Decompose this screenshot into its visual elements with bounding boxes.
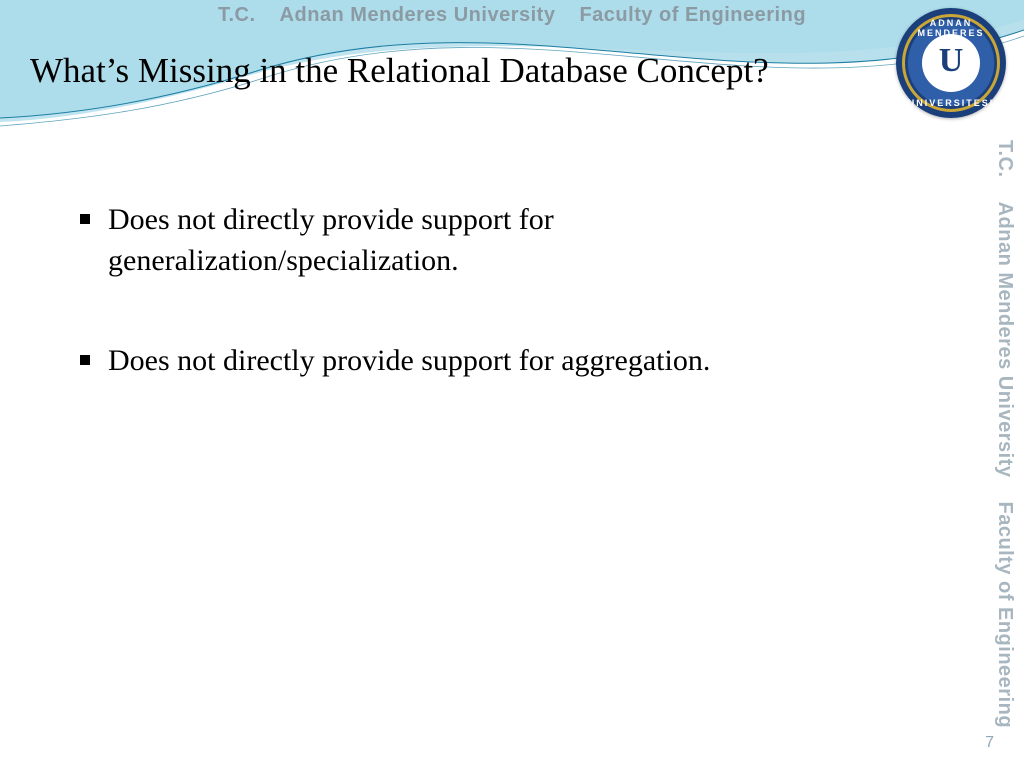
bullet-item: Does not directly provide support for ag…: [80, 341, 820, 382]
banner-university: Adnan Menderes University: [280, 4, 556, 26]
bullet-item: Does not directly provide support for ge…: [80, 200, 820, 281]
slide: T.C. Adnan Menderes University Faculty of …: [0, 0, 1024, 768]
seal-letter: U: [939, 42, 964, 80]
side-banner-faculty: Faculty of Engineering: [994, 501, 1016, 728]
side-banner-tc: T.C.: [994, 140, 1016, 178]
page-number: 7: [985, 734, 994, 752]
side-banner-university: Adnan Menderes University: [994, 202, 1016, 478]
slide-body: Does not directly provide support for ge…: [80, 200, 820, 442]
slide-title: What’s Missing in the Relational Databas…: [30, 50, 930, 92]
bullet-list: Does not directly provide support for ge…: [80, 200, 820, 382]
side-banner: T.C.Adnan Menderes UniversityFaculty of …: [990, 140, 1016, 700]
banner-faculty: Faculty of Engineering: [579, 4, 806, 26]
side-banner-text: T.C. Adnan Menderes University Faculty of …: [993, 140, 1016, 728]
banner-tc: T.C.: [218, 4, 256, 26]
top-banner: T.C. Adnan Menderes University Faculty of …: [0, 4, 1024, 27]
seal-bottom-text: UNIVERSITESI: [896, 98, 1006, 108]
seal-inner: U: [922, 34, 980, 92]
